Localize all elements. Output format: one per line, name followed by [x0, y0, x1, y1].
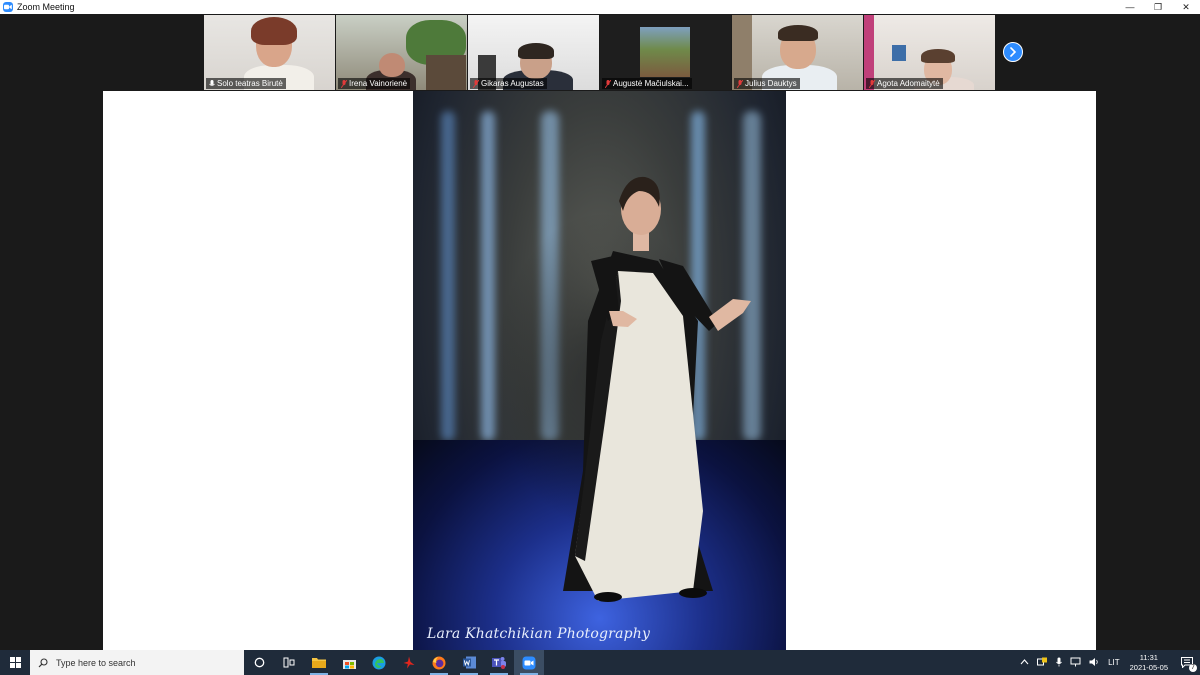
- shared-screen: Lara Khatchikian Photography: [103, 91, 1096, 650]
- participant-tile[interactable]: Agota Adomaitytė: [864, 15, 995, 90]
- task-view-icon: [283, 657, 295, 668]
- participant-name-label: Agota Adomaitytė: [866, 78, 943, 89]
- word-button[interactable]: [454, 650, 484, 675]
- photo-credit: Lara Khatchikian Photography: [427, 626, 651, 642]
- acrobat-button[interactable]: [394, 650, 424, 675]
- window-title-bar: Zoom Meeting — ❐ ✕: [0, 0, 1200, 14]
- volume-icon[interactable]: [1085, 657, 1104, 669]
- store-button[interactable]: [334, 650, 364, 675]
- participant-tile[interactable]: Solo teatras Birutė: [204, 15, 335, 90]
- windows-logo-icon: [9, 657, 21, 668]
- muted-microphone-icon: [605, 79, 611, 88]
- file-explorer-icon: [312, 658, 326, 668]
- close-button[interactable]: ✕: [1172, 0, 1200, 14]
- actress-figure: [563, 176, 751, 602]
- edge-icon: [372, 656, 386, 669]
- clock[interactable]: 11:31 2021-05-05: [1124, 653, 1174, 673]
- minimize-button[interactable]: —: [1116, 0, 1144, 14]
- acrobat-icon: [403, 656, 415, 669]
- chevron-right-icon: [1010, 47, 1017, 57]
- notification-count-badge: 7: [1189, 664, 1197, 672]
- muted-microphone-icon: [341, 79, 347, 88]
- muted-microphone-icon: [869, 79, 875, 88]
- taskbar-search-box[interactable]: Type here to search: [30, 650, 244, 675]
- window-title: Zoom Meeting: [17, 2, 75, 12]
- muted-microphone-icon: [737, 79, 743, 88]
- zoom-button[interactable]: [514, 650, 544, 675]
- participant-tile[interactable]: Julius Dauktys: [732, 15, 863, 90]
- file-explorer-button[interactable]: [304, 650, 334, 675]
- participant-name-label: Solo teatras Birutė: [206, 78, 286, 89]
- search-placeholder: Type here to search: [56, 657, 136, 668]
- restore-button[interactable]: ❐: [1144, 0, 1172, 14]
- participant-strip: Solo teatras Birutė Irena Vainorienė Gik…: [204, 15, 996, 91]
- participant-name-label: Augustė Mačiulskai...: [602, 78, 692, 89]
- performance-photo: Lara Khatchikian Photography: [413, 91, 786, 650]
- zoom-logo-icon: [3, 2, 13, 12]
- network-icon[interactable]: [1066, 657, 1085, 669]
- cortana-icon: [254, 657, 264, 668]
- search-icon: [38, 657, 48, 667]
- cortana-button[interactable]: [244, 650, 274, 675]
- zoom-icon: [522, 656, 536, 669]
- teams-icon: [492, 657, 506, 669]
- participant-tile[interactable]: Gikaras Augustas: [468, 15, 599, 90]
- input-language[interactable]: LIT: [1104, 658, 1124, 667]
- muted-microphone-icon: [473, 79, 479, 88]
- clock-date: 2021-05-05: [1129, 662, 1168, 672]
- participant-tile[interactable]: Augustė Mačiulskai...: [600, 15, 731, 90]
- start-button[interactable]: [0, 650, 30, 675]
- participant-name-label: Gikaras Augustas: [470, 78, 547, 89]
- teams-button[interactable]: [484, 650, 514, 675]
- tray-overflow-chevron-icon[interactable]: [1016, 658, 1033, 667]
- action-center-button[interactable]: 7: [1174, 650, 1200, 675]
- meeting-area: Solo teatras Birutė Irena Vainorienė Gik…: [0, 14, 1200, 650]
- clock-time: 11:31: [1139, 652, 1158, 662]
- task-view-button[interactable]: [274, 650, 304, 675]
- microphone-tray-icon[interactable]: [1052, 657, 1066, 669]
- store-icon: [342, 659, 356, 669]
- system-tray: LIT 11:31 2021-05-05 7: [1016, 650, 1200, 675]
- participant-name-label: Julius Dauktys: [734, 78, 800, 89]
- firefox-button[interactable]: [424, 650, 454, 675]
- word-icon: [462, 656, 476, 669]
- firefox-icon: [432, 656, 446, 669]
- edge-button[interactable]: [364, 650, 394, 675]
- windows-taskbar: Type here to search LIT 11:31 2021-05-05…: [0, 650, 1200, 675]
- microphone-icon: [209, 79, 215, 86]
- next-participants-button[interactable]: [1003, 42, 1023, 62]
- participant-name-label: Irena Vainorienė: [338, 78, 411, 89]
- participant-tile[interactable]: Irena Vainorienė: [336, 15, 467, 90]
- bluetooth-devices-icon[interactable]: [1033, 657, 1052, 669]
